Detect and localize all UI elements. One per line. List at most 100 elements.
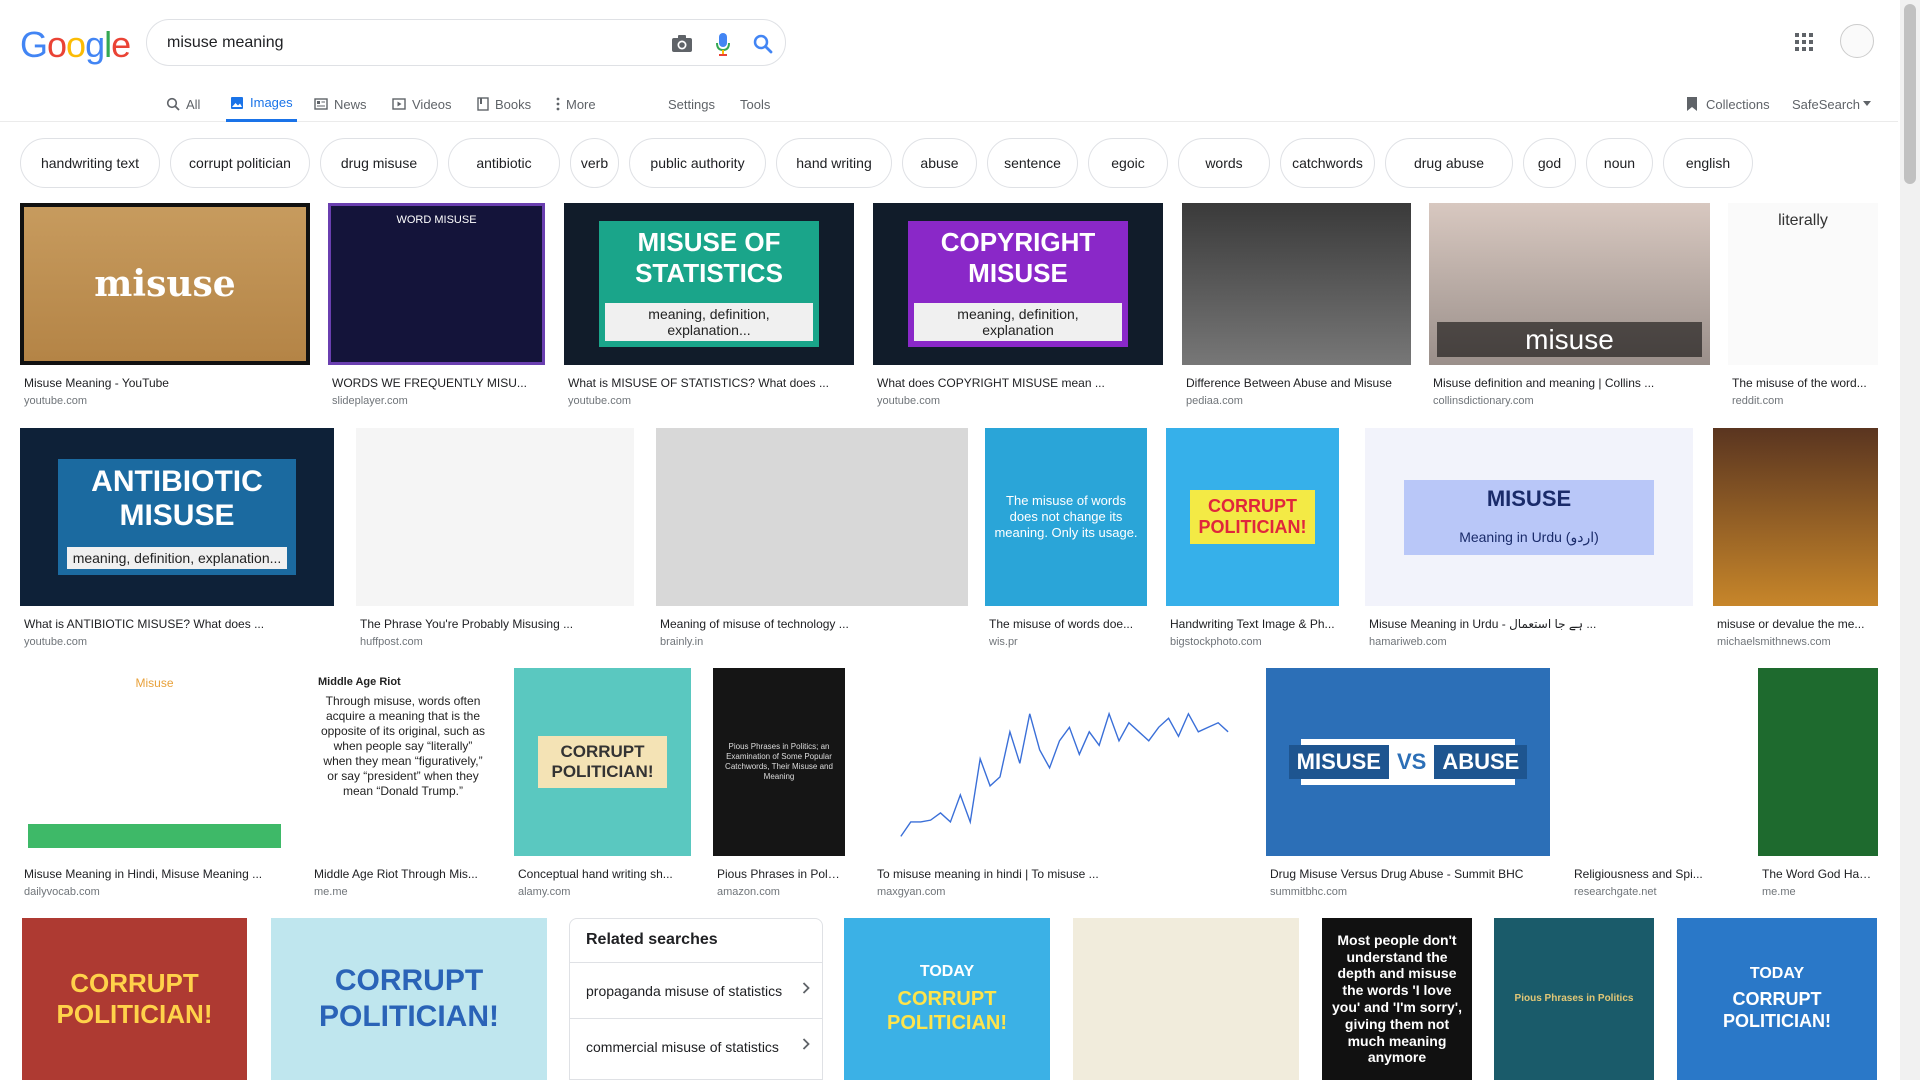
tab-books[interactable]: Books: [477, 86, 531, 122]
image-result[interactable]: CORRUPT POLITICIAN! Handwriting Text Imag…: [1166, 428, 1339, 656]
result-thumbnail[interactable]: [1713, 428, 1878, 606]
image-result[interactable]: Difference Between Abuse and Misuse pedia…: [1182, 203, 1411, 415]
result-thumbnail[interactable]: ANTIBIOTIC MISUSE meaning, definition, ex…: [20, 428, 334, 606]
tab-videos[interactable]: Videos: [392, 86, 452, 122]
tools-link[interactable]: Tools: [740, 86, 770, 122]
result-caption[interactable]: Handwriting Text Image & Ph...: [1170, 617, 1335, 631]
result-source[interactable]: brainly.in: [660, 636, 964, 648]
search-box[interactable]: [146, 19, 786, 66]
chip-verb[interactable]: verb: [570, 138, 619, 188]
result-source[interactable]: wis.pr: [989, 636, 1143, 648]
image-result[interactable]: CORRUPT POLITICIAN!: [22, 918, 247, 1080]
image-result[interactable]: The Phrase You're Probably Misusing ... h…: [356, 428, 634, 656]
chip-hand-writing[interactable]: hand writing: [776, 138, 892, 188]
chip-english[interactable]: english: [1663, 138, 1753, 188]
chip-catchwords[interactable]: catchwords: [1280, 138, 1375, 188]
result-thumbnail[interactable]: MISUSE OF STATISTICS meaning, definition,…: [564, 203, 854, 365]
image-result[interactable]: misuse or devalue the me... michaelsmithn…: [1713, 428, 1878, 656]
search-input[interactable]: [167, 30, 627, 56]
chip-corrupt-politician[interactable]: corrupt politician: [170, 138, 310, 188]
result-thumbnail[interactable]: literally: [1728, 203, 1878, 365]
image-result[interactable]: Most people don't understand the depth a…: [1322, 918, 1472, 1080]
result-caption[interactable]: Difference Between Abuse and Misuse: [1186, 376, 1407, 390]
result-caption[interactable]: The misuse of the word...: [1732, 376, 1874, 390]
result-source[interactable]: me.me: [314, 886, 492, 898]
result-thumbnail[interactable]: [356, 428, 634, 606]
result-thumbnail[interactable]: CORRUPT POLITICIAN!: [514, 668, 691, 856]
result-source[interactable]: dailyvocab.com: [24, 886, 285, 898]
result-caption[interactable]: Misuse definition and meaning | Collins …: [1433, 376, 1706, 390]
result-source[interactable]: researchgate.net: [1574, 886, 1711, 898]
result-source[interactable]: summitbhc.com: [1270, 886, 1546, 898]
microphone-icon[interactable]: [710, 31, 736, 57]
result-thumbnail[interactable]: COPYRIGHT MISUSE meaning, definition, exp…: [873, 203, 1163, 365]
result-thumbnail[interactable]: WORD MISUSE: [328, 203, 545, 365]
image-result[interactable]: CORRUPT POLITICIAN!: [271, 918, 547, 1080]
result-thumbnail[interactable]: [656, 428, 968, 606]
result-thumbnail[interactable]: misuse: [1429, 203, 1710, 365]
result-caption[interactable]: The Word God Has Be...: [1762, 867, 1874, 881]
search-icon[interactable]: [750, 31, 776, 57]
related-search-item[interactable]: propaganda misuse of statistics: [570, 962, 822, 1018]
collections-link[interactable]: Collections: [1686, 86, 1770, 122]
result-caption[interactable]: What is ANTIBIOTIC MISUSE? What does ...: [24, 617, 330, 631]
result-thumbnail[interactable]: MISUSE VS ABUSE: [1266, 668, 1550, 856]
result-caption[interactable]: The misuse of words doe...: [989, 617, 1143, 631]
result-thumbnail[interactable]: [1758, 668, 1878, 856]
image-result[interactable]: ANTIBIOTIC MISUSE meaning, definition, ex…: [20, 428, 334, 656]
safesearch-toggle[interactable]: SafeSearch: [1792, 86, 1871, 122]
result-caption[interactable]: Religiousness and Spi...: [1574, 867, 1711, 881]
result-source[interactable]: bigstockphoto.com: [1170, 636, 1335, 648]
image-result[interactable]: TODAY CORRUPT POLITICIAN!: [1677, 918, 1877, 1080]
result-thumbnail[interactable]: [1570, 668, 1715, 856]
result-thumbnail[interactable]: The misuse of words does not change its …: [985, 428, 1147, 606]
result-thumbnail[interactable]: MISUSE Meaning in Urdu (اردو): [1365, 428, 1693, 606]
result-caption[interactable]: Misuse Meaning in Hindi, Misuse Meaning …: [24, 867, 285, 881]
image-result[interactable]: Pious Phrases in Politics: [1494, 918, 1654, 1080]
image-result[interactable]: CORRUPT POLITICIAN! Conceptual hand writi…: [514, 668, 691, 906]
chip-antibiotic[interactable]: antibiotic: [448, 138, 560, 188]
result-source[interactable]: slideplayer.com: [332, 395, 541, 407]
result-caption[interactable]: Misuse Meaning in Urdu - ہے جا استعمال .…: [1369, 617, 1689, 631]
image-result[interactable]: Pious Phrases in Politics; an Examinatio…: [713, 668, 845, 906]
result-caption[interactable]: The Phrase You're Probably Misusing ...: [360, 617, 630, 631]
result-source[interactable]: amazon.com: [717, 886, 841, 898]
settings-link[interactable]: Settings: [668, 86, 715, 122]
result-thumbnail[interactable]: Pious Phrases in Politics; an Examinatio…: [713, 668, 845, 856]
image-result[interactable]: Religiousness and Spi... researchgate.net: [1570, 668, 1715, 906]
image-result[interactable]: MISUSE OF STATISTICS meaning, definition,…: [564, 203, 854, 415]
tab-news[interactable]: News: [314, 86, 367, 122]
result-thumbnail[interactable]: Misuse: [20, 668, 289, 856]
camera-icon[interactable]: [669, 31, 695, 57]
apps-grid-icon[interactable]: [1792, 30, 1816, 54]
image-result[interactable]: To misuse meaning in hindi | To misuse .…: [873, 668, 1246, 906]
avatar[interactable]: [1840, 24, 1874, 58]
result-thumbnail[interactable]: [1182, 203, 1411, 365]
result-caption[interactable]: What does COPYRIGHT MISUSE mean ...: [877, 376, 1159, 390]
scrollbar-thumb[interactable]: [1904, 4, 1916, 184]
chip-drug-misuse[interactable]: drug misuse: [320, 138, 438, 188]
result-caption[interactable]: Middle Age Riot Through Mis...: [314, 867, 492, 881]
result-source[interactable]: youtube.com: [877, 395, 1159, 407]
image-result[interactable]: Misuse Misuse Meaning in Hindi, Misuse Me…: [20, 668, 289, 906]
result-source[interactable]: pediaa.com: [1186, 395, 1407, 407]
result-source[interactable]: me.me: [1762, 886, 1874, 898]
result-caption[interactable]: Misuse Meaning - YouTube: [24, 376, 306, 390]
image-result[interactable]: COPYRIGHT MISUSE meaning, definition, exp…: [873, 203, 1163, 415]
result-source[interactable]: collinsdictionary.com: [1433, 395, 1706, 407]
scrollbar[interactable]: [1900, 0, 1920, 1080]
image-result[interactable]: misuse Misuse definition and meaning | Co…: [1429, 203, 1710, 415]
result-caption[interactable]: WORDS WE FREQUENTLY MISU...: [332, 376, 541, 390]
google-logo[interactable]: Google: [20, 24, 131, 66]
result-source[interactable]: youtube.com: [24, 395, 306, 407]
tab-all[interactable]: All: [166, 86, 200, 122]
image-result[interactable]: Meaning of misuse of technology ... brain…: [656, 428, 968, 656]
image-result[interactable]: literally The misuse of the word... reddit…: [1728, 203, 1878, 415]
chip-abuse[interactable]: abuse: [902, 138, 977, 188]
chip-god[interactable]: god: [1523, 138, 1576, 188]
result-caption[interactable]: Drug Misuse Versus Drug Abuse - Summit B…: [1270, 867, 1546, 881]
result-source[interactable]: michaelsmithnews.com: [1717, 636, 1874, 648]
result-source[interactable]: huffpost.com: [360, 636, 630, 648]
result-source[interactable]: hamariweb.com: [1369, 636, 1689, 648]
result-source[interactable]: youtube.com: [24, 636, 330, 648]
